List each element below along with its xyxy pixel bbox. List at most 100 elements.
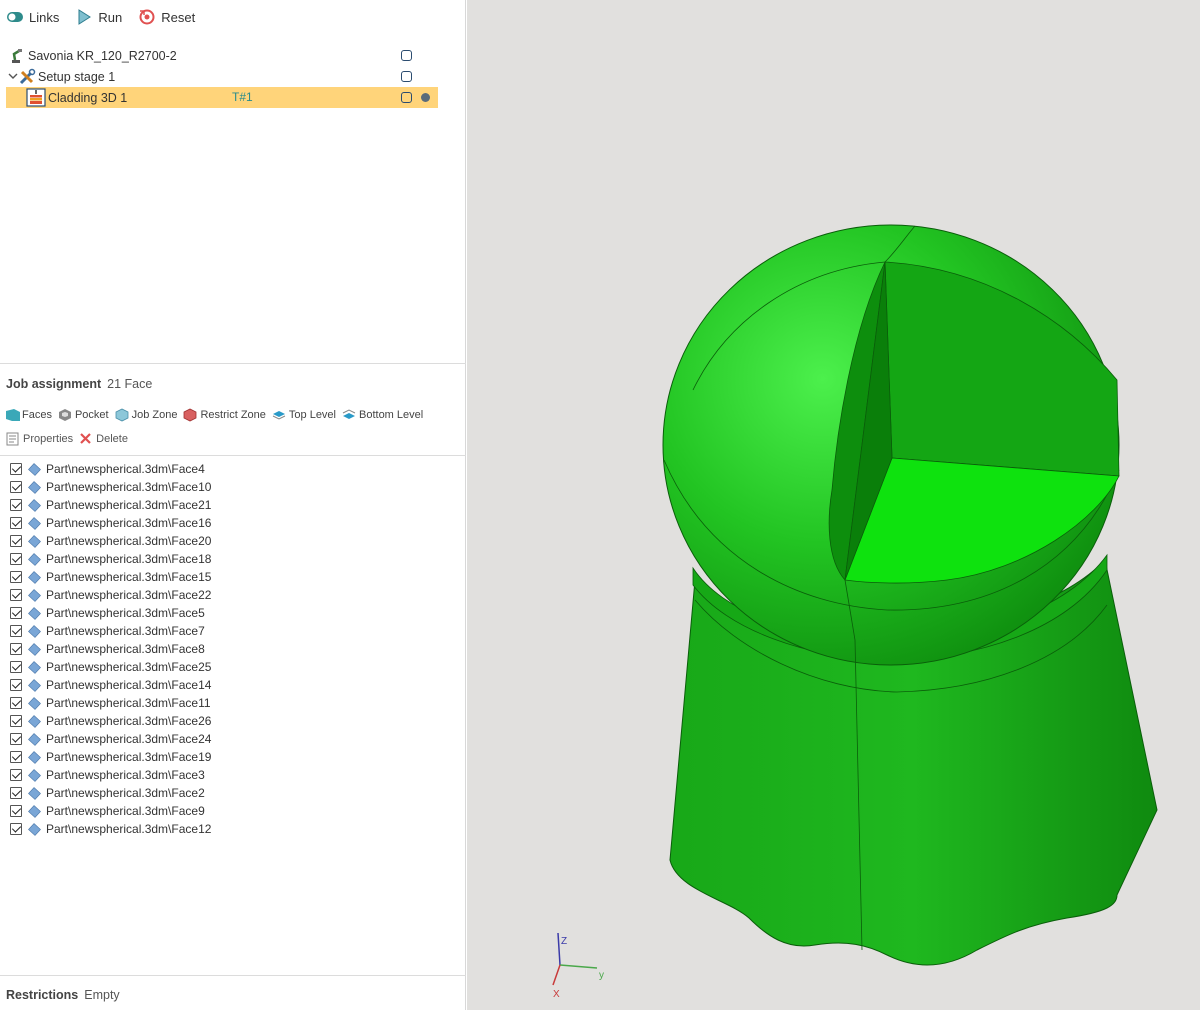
- face-icon: [28, 822, 41, 836]
- face-list-item[interactable]: Part\newspherical.3dm\Face15: [10, 568, 450, 586]
- face-name: Part\newspherical.3dm\Face24: [46, 732, 212, 746]
- tree-item-robot[interactable]: Savonia KR_120_R2700-2: [6, 45, 438, 66]
- face-name: Part\newspherical.3dm\Face12: [46, 822, 212, 836]
- face-checkbox[interactable]: [10, 607, 22, 619]
- face-checkbox[interactable]: [10, 805, 22, 817]
- face-name: Part\newspherical.3dm\Face19: [46, 750, 212, 764]
- top-level-button[interactable]: Top Level: [272, 408, 336, 422]
- face-name: Part\newspherical.3dm\Face22: [46, 588, 212, 602]
- tool-tag: T#1: [232, 90, 253, 104]
- face-list-item[interactable]: Part\newspherical.3dm\Face10: [10, 478, 450, 496]
- face-list-item[interactable]: Part\newspherical.3dm\Face2: [10, 784, 450, 802]
- bottom-level-button[interactable]: Bottom Level: [342, 408, 423, 422]
- chevron-down-icon[interactable]: [8, 70, 18, 84]
- face-checkbox[interactable]: [10, 661, 22, 673]
- face-list-item[interactable]: Part\newspherical.3dm\Face19: [10, 748, 450, 766]
- face-checkbox[interactable]: [10, 499, 22, 511]
- play-icon: [75, 8, 93, 26]
- run-button[interactable]: Run: [75, 8, 122, 26]
- delete-button[interactable]: Delete: [79, 432, 128, 446]
- face-checkbox[interactable]: [10, 679, 22, 691]
- face-list-item[interactable]: Part\newspherical.3dm\Face9: [10, 802, 450, 820]
- face-checkbox[interactable]: [10, 733, 22, 745]
- face-list-item[interactable]: Part\newspherical.3dm\Face16: [10, 514, 450, 532]
- face-name: Part\newspherical.3dm\Face4: [46, 462, 205, 476]
- face-checkbox[interactable]: [10, 769, 22, 781]
- face-list-item[interactable]: Part\newspherical.3dm\Face24: [10, 730, 450, 748]
- delete-icon: [79, 432, 93, 446]
- divider: [0, 975, 466, 976]
- face-list-item[interactable]: Part\newspherical.3dm\Face11: [10, 694, 450, 712]
- face-checkbox[interactable]: [10, 823, 22, 835]
- face-icon: [28, 570, 41, 584]
- 3d-viewport[interactable]: Z y X: [467, 0, 1200, 1010]
- face-icon: [28, 552, 41, 566]
- face-list-item[interactable]: Part\newspherical.3dm\Face20: [10, 532, 450, 550]
- face-list-item[interactable]: Part\newspherical.3dm\Face26: [10, 712, 450, 730]
- face-list-item[interactable]: Part\newspherical.3dm\Face25: [10, 658, 450, 676]
- face-list-item[interactable]: Part\newspherical.3dm\Face21: [10, 496, 450, 514]
- face-icon: [28, 534, 41, 548]
- bottom-level-icon: [342, 408, 356, 422]
- face-icon: [28, 498, 41, 512]
- face-icon: [28, 480, 41, 494]
- face-checkbox[interactable]: [10, 517, 22, 529]
- face-name: Part\newspherical.3dm\Face5: [46, 606, 205, 620]
- face-icon: [28, 750, 41, 764]
- face-name: Part\newspherical.3dm\Face2: [46, 786, 205, 800]
- reset-button[interactable]: Reset: [138, 8, 195, 26]
- face-name: Part\newspherical.3dm\Face9: [46, 804, 205, 818]
- face-checkbox[interactable]: [10, 589, 22, 601]
- tree-item-cladding-job[interactable]: Cladding 3D 1 T#1: [6, 87, 438, 108]
- face-checkbox[interactable]: [10, 715, 22, 727]
- face-icon: [28, 462, 41, 476]
- face-list-item[interactable]: Part\newspherical.3dm\Face12: [10, 820, 450, 838]
- tools-icon: [18, 68, 36, 86]
- face-list-item[interactable]: Part\newspherical.3dm\Face8: [10, 640, 450, 658]
- face-name: Part\newspherical.3dm\Face25: [46, 660, 212, 674]
- face-checkbox[interactable]: [10, 535, 22, 547]
- face-name: Part\newspherical.3dm\Face18: [46, 552, 212, 566]
- face-checkbox[interactable]: [10, 787, 22, 799]
- face-list-item[interactable]: Part\newspherical.3dm\Face5: [10, 604, 450, 622]
- job-toolbar: Faces Pocket Job Zone Restrict Zone Top …: [5, 408, 423, 422]
- links-button[interactable]: Links: [6, 8, 59, 26]
- face-icon: [28, 624, 41, 638]
- restrict-zone-button[interactable]: Restrict Zone: [183, 408, 266, 422]
- face-icon: [28, 804, 41, 818]
- job-zone-button[interactable]: Job Zone: [115, 408, 177, 422]
- face-name: Part\newspherical.3dm\Face10: [46, 480, 212, 494]
- tree-item-setup[interactable]: Setup stage 1: [6, 66, 438, 87]
- face-list-item[interactable]: Part\newspherical.3dm\Face3: [10, 766, 450, 784]
- face-name: Part\newspherical.3dm\Face3: [46, 768, 205, 782]
- properties-button[interactable]: Properties: [6, 432, 73, 446]
- part-model[interactable]: Z y X: [467, 0, 1200, 1010]
- face-checkbox[interactable]: [10, 643, 22, 655]
- face-icon: [28, 732, 41, 746]
- face-checkbox[interactable]: [10, 697, 22, 709]
- toggle-icon: [6, 8, 24, 26]
- face-list-item[interactable]: Part\newspherical.3dm\Face22: [10, 586, 450, 604]
- visibility-toggle[interactable]: [401, 71, 412, 82]
- visibility-toggle[interactable]: [401, 50, 412, 61]
- face-checkbox[interactable]: [10, 463, 22, 475]
- face-name: Part\newspherical.3dm\Face21: [46, 498, 212, 512]
- face-icon: [28, 606, 41, 620]
- face-list-item[interactable]: Part\newspherical.3dm\Face14: [10, 676, 450, 694]
- face-checkbox[interactable]: [10, 625, 22, 637]
- face-checkbox[interactable]: [10, 481, 22, 493]
- face-checkbox[interactable]: [10, 553, 22, 565]
- pocket-button[interactable]: Pocket: [58, 408, 109, 422]
- visibility-toggle[interactable]: [401, 92, 412, 103]
- job-assignment-header: Job assignment 21 Face: [6, 377, 153, 391]
- face-checkbox[interactable]: [10, 751, 22, 763]
- restrict-zone-icon: [183, 408, 197, 422]
- face-list-item[interactable]: Part\newspherical.3dm\Face18: [10, 550, 450, 568]
- face-list-item[interactable]: Part\newspherical.3dm\Face7: [10, 622, 450, 640]
- face-icon: [28, 768, 41, 782]
- face-checkbox[interactable]: [10, 571, 22, 583]
- status-dot: [421, 93, 430, 102]
- faces-button[interactable]: Faces: [5, 408, 52, 422]
- face-list-item[interactable]: Part\newspherical.3dm\Face4: [10, 460, 450, 478]
- face-icon: [28, 588, 41, 602]
